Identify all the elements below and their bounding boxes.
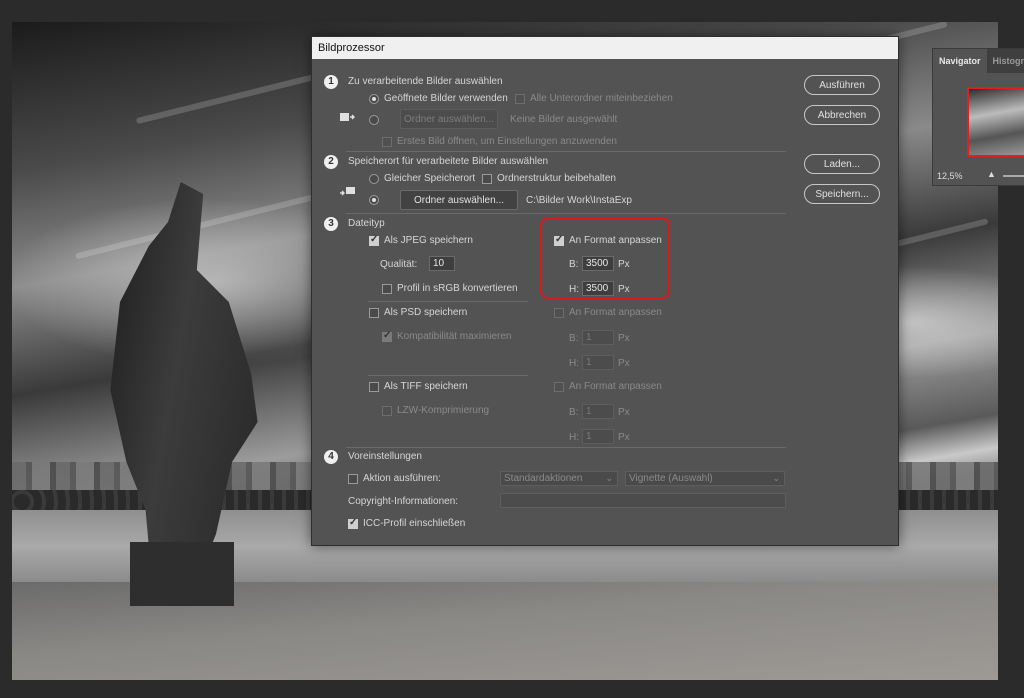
load-button[interactable]: Laden... — [804, 154, 880, 174]
section3-title: Dateityp — [348, 218, 385, 229]
tiff-width-unit: Px — [618, 407, 630, 418]
action-set-select[interactable]: Standardaktionen ⌄ — [500, 471, 618, 486]
section4-number: 4 — [324, 450, 338, 464]
folder-export-icon — [340, 185, 356, 200]
save-psd-label: Als PSD speichern — [384, 307, 468, 318]
save-psd-checkbox[interactable] — [369, 308, 379, 318]
cancel-button[interactable]: Abbrechen — [804, 105, 880, 125]
psd-width-unit: Px — [618, 333, 630, 344]
include-subfolders-label: Alle Unterordner miteinbeziehen — [530, 93, 673, 104]
same-location-label: Gleicher Speicherort — [384, 173, 476, 184]
tiff-fit-label: An Format anpassen — [569, 381, 662, 392]
action-set-value: Standardaktionen — [504, 473, 583, 484]
folder-import-icon — [340, 111, 356, 126]
save-settings-button[interactable]: Speichern... — [804, 184, 880, 204]
select-folder-radio[interactable] — [369, 115, 379, 125]
pedestal — [130, 542, 234, 606]
select-source-folder-button[interactable]: Ordner auswählen... — [400, 109, 498, 129]
lzw-checkbox[interactable] — [382, 406, 392, 416]
section3-number: 3 — [324, 217, 338, 231]
save-jpeg-checkbox[interactable] — [369, 234, 379, 246]
action-select[interactable]: Vignette (Auswahl) ⌄ — [625, 471, 785, 486]
select-dest-folder-button[interactable]: Ordner auswählen... — [400, 190, 518, 210]
run-action-label: Aktion ausführen: — [363, 473, 441, 484]
navigator-panel: Navigator Histogr 12,5% ▲ — [932, 48, 1024, 186]
open-first-image-label: Erstes Bild öffnen, um Einstellungen anz… — [397, 136, 617, 147]
zoom-out-icon[interactable]: ▲ — [987, 169, 996, 179]
keep-structure-checkbox[interactable] — [482, 174, 492, 184]
include-subfolders-checkbox[interactable] — [515, 94, 525, 104]
same-location-radio[interactable] — [369, 174, 379, 184]
psd-fit-checkbox[interactable] — [554, 308, 564, 318]
icc-profile-label: ICC-Profil einschließen — [363, 518, 466, 529]
chevron-down-icon: ⌄ — [605, 473, 613, 483]
section2-title: Speicherort für verarbeitete Bilder ausw… — [348, 156, 549, 167]
copyright-input[interactable] — [500, 493, 786, 508]
psd-height-input[interactable]: 1 — [582, 355, 614, 370]
dialog-title: Bildprozessor — [312, 37, 898, 59]
tiff-height-input[interactable]: 1 — [582, 429, 614, 444]
run-action-checkbox[interactable] — [348, 474, 358, 484]
action-value: Vignette (Auswahl) — [629, 473, 713, 484]
tiff-width-input[interactable]: 1 — [582, 404, 614, 419]
image-processor-dialog: Bildprozessor Ausführen Abbrechen Laden.… — [311, 36, 899, 546]
quality-input[interactable]: 10 — [429, 256, 455, 271]
tab-navigator[interactable]: Navigator — [933, 49, 987, 73]
tiff-height-unit: Px — [618, 432, 630, 443]
section1-number: 1 — [324, 75, 338, 89]
save-tiff-label: Als TIFF speichern — [384, 381, 468, 392]
navigator-viewbox[interactable] — [967, 87, 1024, 157]
tiff-width-label: B: — [569, 407, 579, 418]
psd-height-unit: Px — [618, 358, 630, 369]
section4-title: Voreinstellungen — [348, 451, 422, 462]
no-images-label: Keine Bilder ausgewählt — [510, 114, 618, 125]
zoom-level[interactable]: 12,5% — [937, 171, 963, 181]
tiff-fit-checkbox[interactable] — [554, 382, 564, 392]
use-open-images-radio[interactable] — [369, 94, 379, 104]
section1-title: Zu verarbeitende Bilder auswählen — [348, 76, 503, 87]
psd-width-input[interactable]: 1 — [582, 330, 614, 345]
psd-compat-checkbox[interactable] — [382, 330, 392, 342]
srgb-label: Profil in sRGB konvertieren — [397, 283, 518, 294]
icc-profile-checkbox[interactable] — [348, 517, 358, 529]
psd-compat-label: Kompatibilität maximieren — [397, 331, 512, 342]
open-first-image-checkbox[interactable] — [382, 137, 392, 147]
dest-path: C:\Bilder Work\InstaExp — [526, 195, 632, 206]
select-dest-folder-radio[interactable] — [369, 195, 379, 205]
keep-structure-label: Ordnerstruktur beibehalten — [497, 173, 616, 184]
quality-label: Qualität: — [380, 259, 418, 270]
psd-height-label: H: — [569, 358, 579, 369]
srgb-checkbox[interactable] — [382, 284, 392, 294]
section2-number: 2 — [324, 155, 338, 169]
tab-histogram[interactable]: Histogr — [987, 49, 1024, 73]
psd-width-label: B: — [569, 333, 579, 344]
highlight-box — [540, 217, 670, 299]
run-button[interactable]: Ausführen — [804, 75, 880, 95]
tiff-height-label: H: — [569, 432, 579, 443]
save-tiff-checkbox[interactable] — [369, 382, 379, 392]
psd-fit-label: An Format anpassen — [569, 307, 662, 318]
save-jpeg-label: Als JPEG speichern — [384, 235, 473, 246]
copyright-label: Copyright-Informationen: — [348, 496, 459, 507]
use-open-images-label: Geöffnete Bilder verwenden — [384, 93, 508, 104]
chevron-down-icon: ⌄ — [772, 473, 780, 483]
zoom-slider[interactable] — [1003, 175, 1024, 177]
lzw-label: LZW-Komprimierung — [397, 405, 490, 416]
